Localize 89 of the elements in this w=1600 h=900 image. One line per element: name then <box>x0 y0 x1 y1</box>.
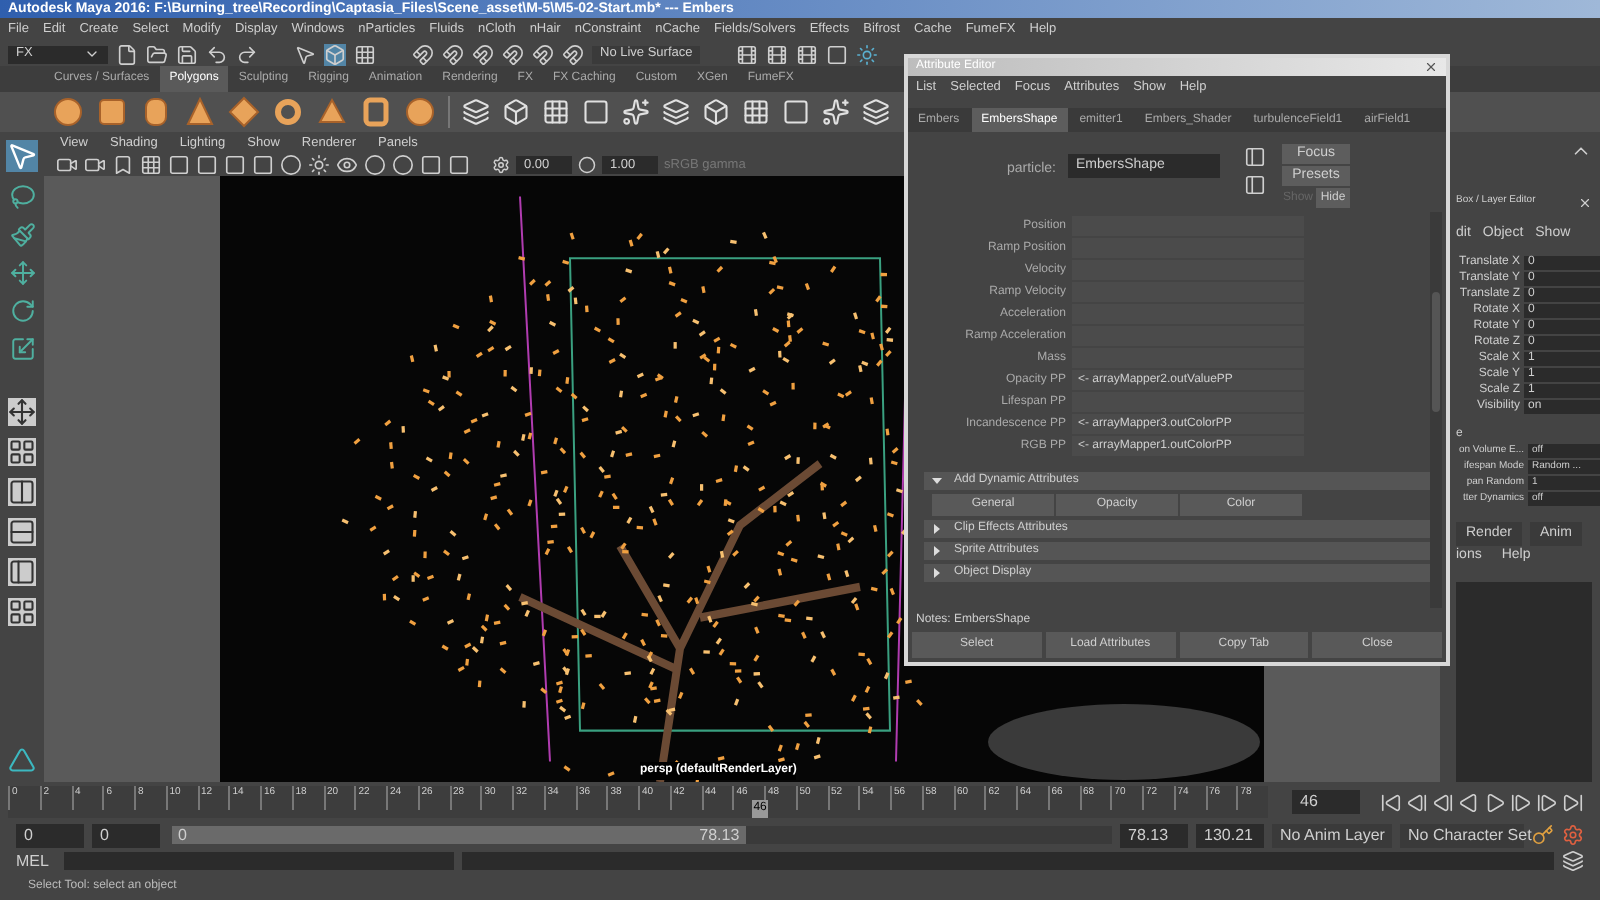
side-layout-icon[interactable] <box>8 558 36 586</box>
scroll-bar[interactable] <box>1430 212 1442 608</box>
range-bar[interactable]: 0 78.13 <box>172 826 746 844</box>
scale-icon[interactable] <box>9 336 35 362</box>
folder-icon[interactable] <box>146 43 168 65</box>
magnet-icon[interactable] <box>502 43 524 65</box>
square-icon[interactable] <box>224 154 246 176</box>
square-icon[interactable] <box>252 154 274 176</box>
expanded-arrow-icon[interactable] <box>932 476 942 486</box>
pyramid-icon[interactable] <box>316 96 348 128</box>
square-icon[interactable] <box>420 154 442 176</box>
anim-layer-dropdown[interactable]: No Anim Layer <box>1272 823 1392 847</box>
close-icon[interactable] <box>1424 60 1438 74</box>
circle-icon[interactable] <box>280 154 302 176</box>
square-icon[interactable] <box>582 98 610 126</box>
single-pane-layout-icon[interactable] <box>8 398 36 426</box>
layers-icon[interactable] <box>862 98 890 126</box>
rotate-icon[interactable] <box>9 298 35 324</box>
collapsed-arrow-icon[interactable] <box>932 546 942 556</box>
torus-icon[interactable] <box>272 96 304 128</box>
object-mode-icon[interactable] <box>324 43 346 65</box>
lasso-icon[interactable] <box>9 184 35 210</box>
end-time-field[interactable]: 130.21 <box>1196 823 1264 847</box>
magnet-icon[interactable] <box>562 43 584 65</box>
magnet-icon[interactable] <box>532 43 554 65</box>
redo-icon[interactable] <box>236 43 258 65</box>
layers-icon[interactable] <box>662 98 690 126</box>
cylinder-icon[interactable] <box>140 96 172 128</box>
grid-icon[interactable] <box>542 98 570 126</box>
two-pane-layout-icon[interactable] <box>8 478 36 506</box>
step-forward-icon[interactable] <box>1536 791 1558 813</box>
cube-outline-icon[interactable] <box>702 98 730 126</box>
sparkle-icon[interactable] <box>622 98 650 126</box>
playback-start-field[interactable]: 0 <box>92 823 160 847</box>
step-back-icon[interactable] <box>1406 791 1428 813</box>
bookmark-icon[interactable] <box>112 154 134 176</box>
undo-icon[interactable] <box>206 43 228 65</box>
grid-layout-icon[interactable] <box>8 598 36 626</box>
cone-icon[interactable] <box>184 96 216 128</box>
move-icon[interactable] <box>9 260 35 286</box>
sparkle-icon[interactable] <box>822 98 850 126</box>
select-mode-icon[interactable] <box>294 43 316 65</box>
magnet-icon[interactable] <box>472 43 494 65</box>
square-icon[interactable] <box>168 154 190 176</box>
grid-icon[interactable] <box>140 154 162 176</box>
select-tool-icon[interactable] <box>6 140 38 172</box>
skip-back-icon[interactable] <box>1380 791 1402 813</box>
magnet-icon[interactable] <box>442 43 464 65</box>
play-backward-icon[interactable] <box>1458 791 1480 813</box>
command-language-label[interactable]: MEL <box>16 849 56 873</box>
light-icon[interactable] <box>856 43 879 65</box>
cube-icon[interactable] <box>96 96 128 128</box>
settings-icon[interactable] <box>1562 824 1584 846</box>
playback-end-field[interactable]: 78.13 <box>1120 823 1188 847</box>
current-frame-field[interactable]: 46 <box>1292 790 1360 814</box>
key-icon[interactable] <box>1532 824 1554 846</box>
range-slider[interactable]: 0 78.13 <box>172 826 1112 844</box>
circle-icon[interactable] <box>392 154 414 176</box>
skip-forward-icon[interactable] <box>1562 791 1584 813</box>
stacked-layout-icon[interactable] <box>8 518 36 546</box>
command-input-field[interactable] <box>64 852 454 870</box>
sphere-icon[interactable] <box>404 96 436 128</box>
play-icon[interactable] <box>1484 791 1506 813</box>
paintbrush-icon[interactable] <box>9 222 35 248</box>
cube-outline-icon[interactable] <box>502 98 530 126</box>
square-icon[interactable] <box>782 98 810 126</box>
grid-icon[interactable] <box>742 98 770 126</box>
frame-icon[interactable] <box>826 43 849 65</box>
pipe-icon[interactable] <box>360 96 392 128</box>
collapsed-arrow-icon[interactable] <box>932 568 942 578</box>
save-icon[interactable] <box>176 43 198 65</box>
start-time-field[interactable]: 0 <box>16 823 84 847</box>
square-icon[interactable] <box>196 154 218 176</box>
diamond-icon[interactable] <box>228 96 260 128</box>
eye-icon[interactable] <box>336 154 358 176</box>
circle-icon[interactable] <box>364 154 386 176</box>
light-icon[interactable] <box>308 154 330 176</box>
component-mode-icon[interactable] <box>354 43 376 65</box>
camera-icon[interactable] <box>56 154 78 176</box>
square-icon[interactable] <box>448 154 470 176</box>
magnet-icon[interactable] <box>412 43 434 65</box>
range-end-value: 78.13 <box>699 823 740 847</box>
four-pane-layout-icon[interactable] <box>8 438 36 466</box>
collapsed-arrow-icon[interactable] <box>932 524 942 534</box>
range-start-value: 0 <box>178 823 187 847</box>
new-file-icon[interactable] <box>116 43 138 65</box>
camera-icon[interactable] <box>84 154 106 176</box>
sphere-icon[interactable] <box>52 96 84 128</box>
layers-icon[interactable] <box>462 98 490 126</box>
